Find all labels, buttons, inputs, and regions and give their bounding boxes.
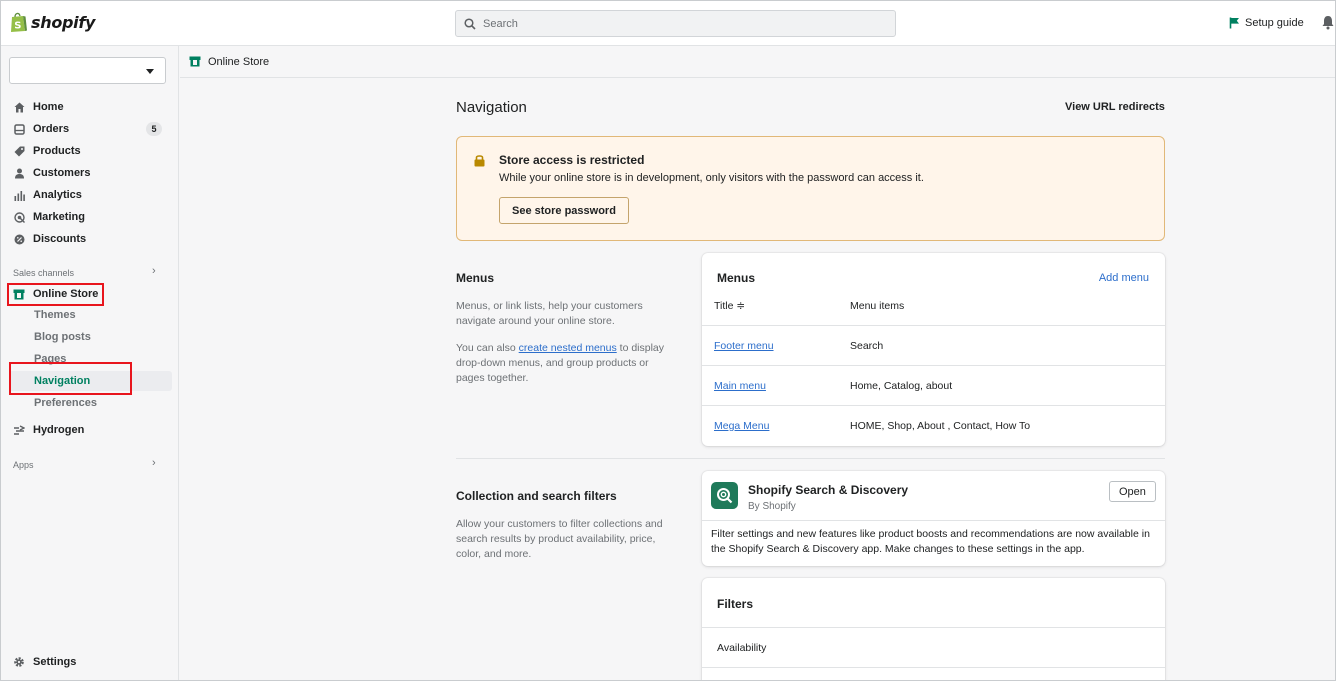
view-url-redirects-button[interactable]: View URL redirects <box>1065 101 1165 113</box>
search-icon <box>464 17 476 30</box>
sidebar-item-label: Orders <box>33 123 70 135</box>
breadcrumb-label[interactable]: Online Store <box>208 56 269 68</box>
sidebar-item-orders[interactable]: Orders <box>13 119 163 139</box>
highlight-online-store <box>7 283 104 306</box>
sidebar-item-hydrogen[interactable]: Hydrogen <box>13 420 163 440</box>
menus-section-title: Menus <box>456 271 495 285</box>
chevron-down-icon <box>146 69 154 74</box>
banner-text: While your online store is in developmen… <box>499 172 924 184</box>
top-bar: S shopify Setup guide <box>1 1 1335 46</box>
sidebar-item-label: Analytics <box>33 189 82 201</box>
bar-chart-icon <box>13 189 25 201</box>
sidebar-item-label: Home <box>33 101 64 113</box>
sidebar-subitem-themes[interactable]: Themes <box>34 305 76 325</box>
open-app-button[interactable]: Open <box>1109 481 1156 502</box>
highlight-navigation <box>9 362 132 395</box>
sidebar-item-label: Customers <box>33 167 91 179</box>
filters-card: Filters Availability <box>702 578 1165 680</box>
menu-title-link[interactable]: Mega Menu <box>714 420 769 432</box>
sidebar-item-label: Discounts <box>33 233 87 245</box>
app-developer: By Shopify <box>748 501 796 512</box>
orders-count-badge: 5 <box>146 122 162 136</box>
setup-guide-label: Setup guide <box>1245 17 1304 29</box>
discount-icon <box>13 233 25 245</box>
lock-icon <box>474 155 485 167</box>
sidebar-item-label: Marketing <box>33 211 85 223</box>
sidebar-item-settings[interactable]: Settings <box>13 652 163 672</box>
create-nested-menus-link[interactable]: create nested menus <box>519 342 617 354</box>
app-window: S shopify Setup guide <box>0 0 1336 681</box>
flag-icon <box>1229 17 1239 29</box>
sidebar: Home Orders 5 Products Customers Analyti <box>1 46 179 680</box>
store-icon <box>189 56 201 67</box>
search-discovery-app-icon <box>711 482 738 509</box>
see-store-password-button[interactable]: See store password <box>499 197 629 224</box>
store-selector[interactable] <box>9 57 166 84</box>
gear-icon <box>13 656 25 668</box>
app-description: Filter settings and new features like pr… <box>702 520 1165 557</box>
filter-label: Availability <box>717 642 767 654</box>
menu-items-cell: Home, Catalog, about <box>850 380 953 392</box>
setup-guide-button[interactable]: Setup guide <box>1229 17 1304 29</box>
sidebar-item-discounts[interactable]: Discounts <box>13 229 163 249</box>
shopify-bag-icon: S <box>11 12 27 32</box>
table-row: Footer menu Search <box>702 325 1165 365</box>
sidebar-item-products[interactable]: Products <box>13 141 163 161</box>
table-row: Main menu Home, Catalog, about <box>702 365 1165 405</box>
sidebar-item-analytics[interactable]: Analytics <box>13 185 163 205</box>
sales-channels-label: Sales channels <box>13 268 75 278</box>
orders-icon <box>13 123 25 135</box>
filters-section-desc: Allow your customers to filter collectio… <box>456 518 663 560</box>
tag-icon <box>13 145 25 157</box>
page-title: Navigation <box>456 99 527 116</box>
sidebar-subitem-preferences[interactable]: Preferences <box>34 393 97 413</box>
menu-title-link[interactable]: Footer menu <box>714 340 774 352</box>
sidebar-item-marketing[interactable]: Marketing <box>13 207 163 227</box>
section-divider <box>456 458 1165 459</box>
sidebar-item-label: Hydrogen <box>33 424 85 436</box>
search-bar[interactable] <box>455 10 896 37</box>
filters-card-title: Filters <box>717 597 754 611</box>
brand-name: shopify <box>31 13 96 32</box>
menus-section-desc: Menus, or link lists, help your customer… <box>456 300 643 327</box>
menu-title-link[interactable]: Main menu <box>714 380 766 392</box>
menus-card-title: Menus <box>717 271 756 285</box>
sidebar-subitem-blog-posts[interactable]: Blog posts <box>34 327 91 347</box>
menu-items-cell: HOME, Shop, About , Contact, How To <box>850 420 1031 432</box>
search-input[interactable] <box>483 17 863 30</box>
target-icon <box>13 211 25 223</box>
menu-items-cell: Search <box>850 340 884 352</box>
filters-section-title: Collection and search filters <box>456 489 617 503</box>
menus-card: Menus Add menu Title ≑ Menu items Footer… <box>702 253 1165 446</box>
shopify-logo[interactable]: S shopify <box>10 12 95 33</box>
list-item[interactable]: Availability <box>702 627 1165 667</box>
notification-bell-icon[interactable] <box>1322 15 1334 30</box>
breadcrumb: Online Store <box>180 46 1335 78</box>
chevron-right-icon[interactable]: › <box>152 457 156 469</box>
app-name: Shopify Search & Discovery <box>748 483 909 497</box>
sidebar-item-customers[interactable]: Customers <box>13 163 163 183</box>
sidebar-item-label: Products <box>33 145 81 157</box>
home-icon <box>13 101 25 113</box>
person-icon <box>13 167 25 179</box>
hydrogen-icon <box>13 424 25 436</box>
add-menu-button[interactable]: Add menu <box>1099 272 1149 284</box>
column-header-title[interactable]: Title ≑ <box>714 300 745 312</box>
chevron-right-icon[interactable]: › <box>152 265 156 277</box>
svg-text:S: S <box>14 21 21 32</box>
sidebar-item-label: Settings <box>33 656 77 668</box>
row-divider <box>702 667 1165 668</box>
banner-title: Store access is restricted <box>499 153 645 167</box>
search-discovery-app-card: Shopify Search & Discovery By Shopify Op… <box>702 471 1165 566</box>
sidebar-item-home[interactable]: Home <box>13 97 163 117</box>
apps-label: Apps <box>13 460 34 470</box>
column-header-menu-items: Menu items <box>850 300 905 312</box>
table-row: Mega Menu HOME, Shop, About , Contact, H… <box>702 405 1165 445</box>
menus-section-desc-nested: You can also create nested menus to disp… <box>456 342 665 384</box>
store-restricted-banner: Store access is restricted While your on… <box>456 136 1165 241</box>
